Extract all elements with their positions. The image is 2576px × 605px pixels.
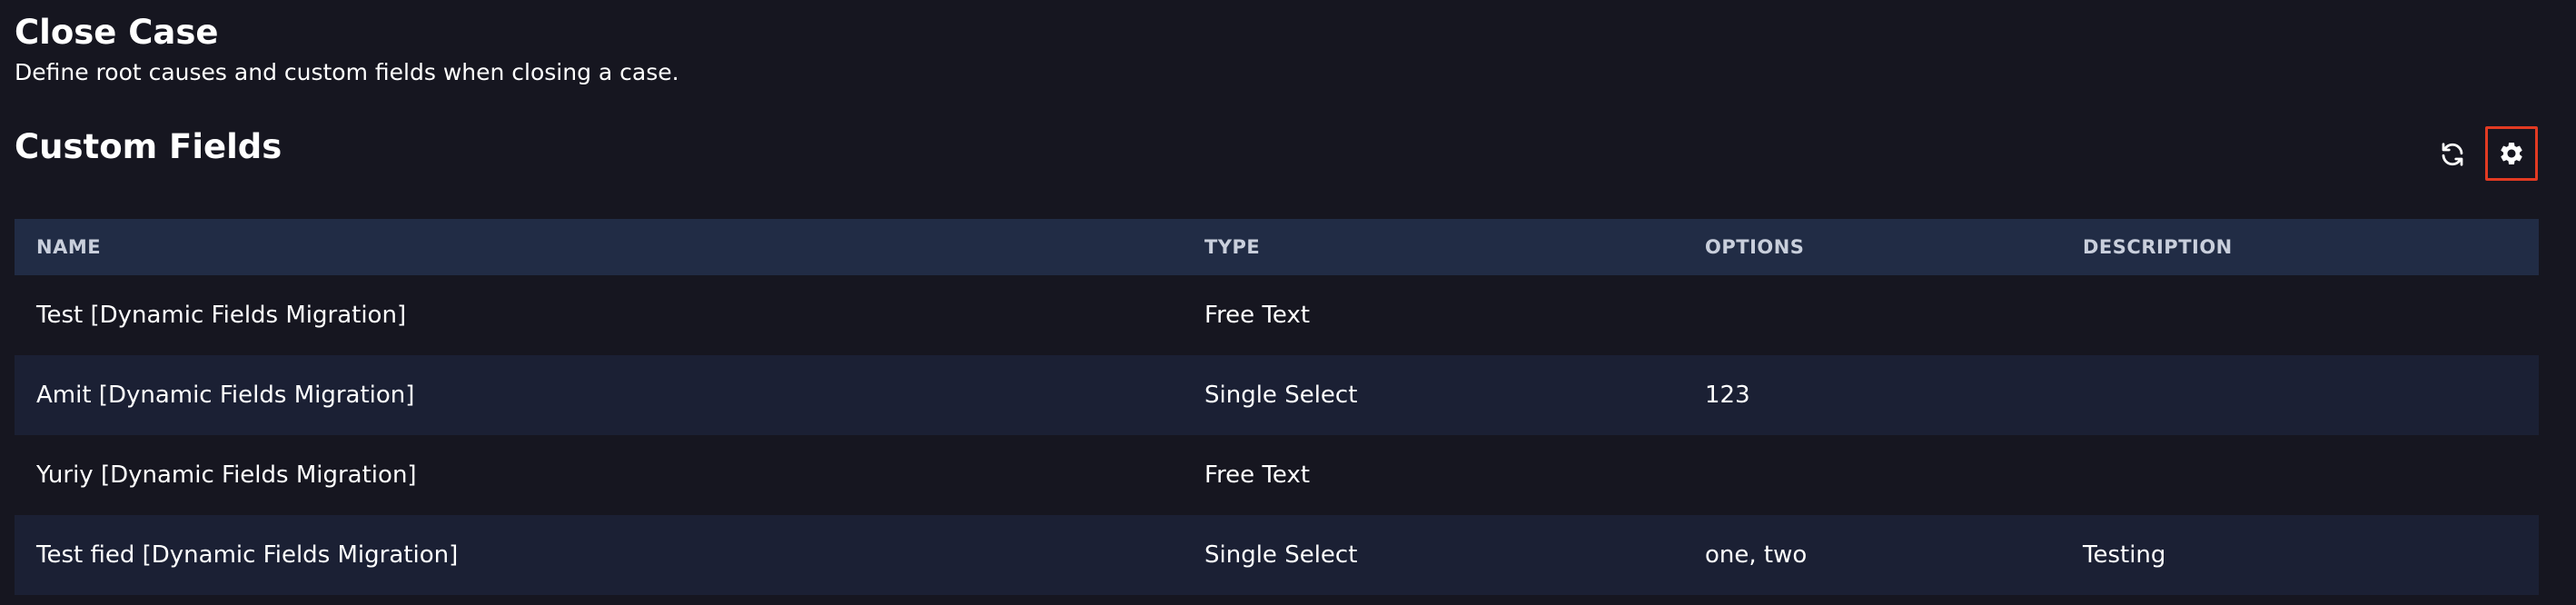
column-header-options[interactable]: OPTIONS bbox=[1683, 236, 2061, 258]
field-options: 123 bbox=[1705, 382, 1750, 409]
table-row[interactable]: Test fied [Dynamic Fields Migration] Sin… bbox=[15, 515, 2539, 595]
table-row[interactable]: Amit [Dynamic Fields Migration] Single S… bbox=[15, 355, 2539, 435]
settings-button[interactable] bbox=[2485, 126, 2538, 181]
table-header-row: NAME TYPE OPTIONS DESCRIPTION bbox=[15, 219, 2539, 275]
column-header-description[interactable]: DESCRIPTION bbox=[2061, 236, 2539, 258]
field-type: Free Text bbox=[1204, 461, 1311, 489]
column-header-type[interactable]: TYPE bbox=[1183, 236, 1683, 258]
page-subtitle: Define root causes and custom fields whe… bbox=[15, 59, 679, 85]
field-description: Testing bbox=[2083, 541, 2166, 569]
column-header-name[interactable]: NAME bbox=[15, 236, 1183, 258]
table-row[interactable]: Yuriy [Dynamic Fields Migration] Free Te… bbox=[15, 435, 2539, 515]
field-type: Single Select bbox=[1204, 541, 1358, 569]
refresh-button[interactable] bbox=[2426, 128, 2479, 181]
gear-icon bbox=[2498, 140, 2525, 167]
field-name: Amit [Dynamic Fields Migration] bbox=[36, 382, 415, 409]
field-name: Test fied [Dynamic Fields Migration] bbox=[36, 541, 459, 569]
page-title: Close Case bbox=[15, 13, 219, 52]
field-type: Free Text bbox=[1204, 302, 1311, 329]
custom-fields-table: NAME TYPE OPTIONS DESCRIPTION Test [Dyna… bbox=[15, 219, 2539, 595]
field-name: Test [Dynamic Fields Migration] bbox=[36, 302, 407, 329]
field-options: one, two bbox=[1705, 541, 1808, 569]
field-name: Yuriy [Dynamic Fields Migration] bbox=[36, 461, 417, 489]
section-title: Custom Fields bbox=[15, 127, 282, 166]
field-type: Single Select bbox=[1204, 382, 1358, 409]
refresh-icon bbox=[2439, 141, 2466, 168]
table-row[interactable]: Test [Dynamic Fields Migration] Free Tex… bbox=[15, 275, 2539, 355]
